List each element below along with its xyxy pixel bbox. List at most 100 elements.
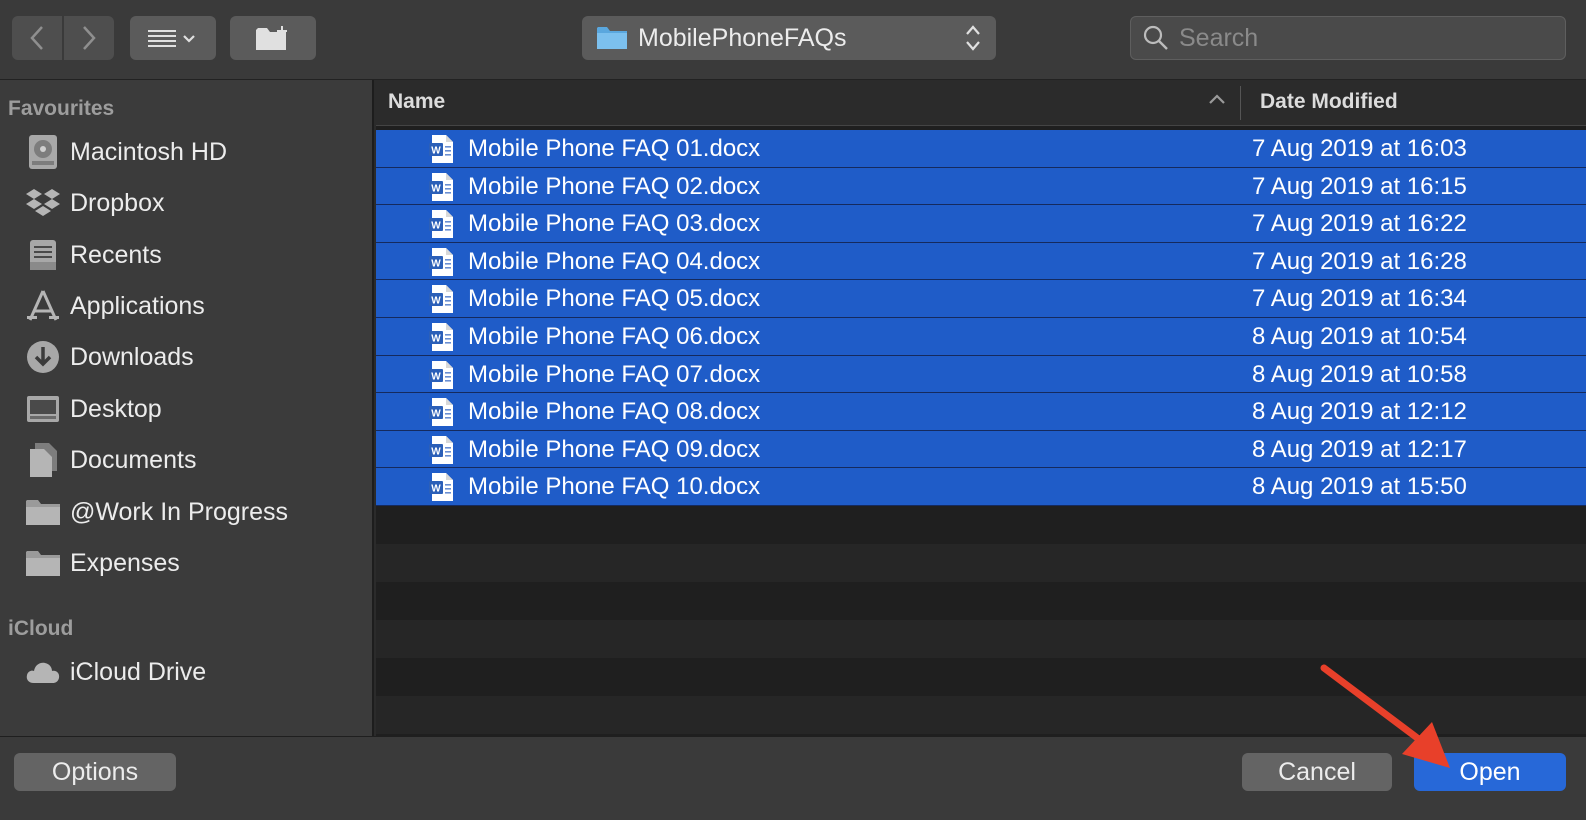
bottom-bar: Options Cancel Open xyxy=(0,736,1586,820)
search-field[interactable]: Search xyxy=(1130,16,1566,60)
list-view-icon xyxy=(148,30,195,47)
navigation-group xyxy=(12,16,114,60)
sidebar-item-label: Expenses xyxy=(70,548,180,577)
view-options-button[interactable] xyxy=(130,16,216,60)
documents-icon xyxy=(24,441,62,479)
chevron-left-icon xyxy=(30,26,43,50)
path-popup[interactable]: MobilePhoneFAQs xyxy=(582,16,996,60)
chevron-right-icon xyxy=(83,26,96,50)
svg-text:W: W xyxy=(431,146,441,157)
file-row[interactable]: W Mobile Phone FAQ 02.docx 7 Aug 2019 at 1… xyxy=(376,167,1586,207)
sidebar-item-recents[interactable]: Recents xyxy=(24,235,162,275)
sidebar-item-applications[interactable]: Applications xyxy=(24,286,205,326)
toolbar: MobilePhoneFAQs Search xyxy=(0,0,1586,80)
column-header-name[interactable]: Name xyxy=(388,90,445,114)
file-date-modified: 8 Aug 2019 at 12:17 xyxy=(1252,435,1467,463)
file-row[interactable]: W Mobile Phone FAQ 05.docx 7 Aug 2019 at 1… xyxy=(376,280,1586,318)
forward-button[interactable] xyxy=(64,16,114,60)
file-name: Mobile Phone FAQ 08.docx xyxy=(468,398,761,426)
sidebar-item-label: @Work In Progress xyxy=(70,497,289,526)
recents-icon xyxy=(24,236,62,274)
file-date-modified: 8 Aug 2019 at 10:58 xyxy=(1252,360,1467,388)
sidebar-item-documents[interactable]: Documents xyxy=(24,440,196,480)
hard-drive-icon xyxy=(24,133,62,171)
back-button[interactable] xyxy=(12,16,62,60)
word-document-icon: W xyxy=(428,134,456,169)
sidebar-section-favourites: Favourites xyxy=(8,97,115,120)
file-name: Mobile Phone FAQ 02.docx xyxy=(468,172,761,200)
folder-icon xyxy=(597,27,627,49)
file-name: Mobile Phone FAQ 06.docx xyxy=(468,322,761,350)
up-down-chevrons-icon xyxy=(966,25,980,51)
svg-text:W: W xyxy=(431,258,441,269)
file-date-modified: 8 Aug 2019 at 12:12 xyxy=(1252,398,1467,426)
cloud-icon xyxy=(24,653,62,691)
file-list: Name Date Modified W Mobile Phone FAQ 01.… xyxy=(376,80,1586,736)
svg-text:W: W xyxy=(431,296,441,307)
search-icon xyxy=(1143,25,1168,50)
file-date-modified: 8 Aug 2019 at 10:54 xyxy=(1252,322,1467,350)
word-document-icon: W xyxy=(428,472,456,507)
file-name: Mobile Phone FAQ 09.docx xyxy=(468,435,761,463)
svg-text:W: W xyxy=(431,221,441,232)
dropbox-icon xyxy=(24,184,62,222)
word-document-icon: W xyxy=(428,209,456,244)
svg-text:W: W xyxy=(431,371,441,382)
sort-ascending-icon[interactable] xyxy=(1208,92,1226,106)
sidebar-item-dropbox[interactable]: Dropbox xyxy=(24,183,165,223)
search-placeholder: Search xyxy=(1179,23,1259,52)
file-name: Mobile Phone FAQ 01.docx xyxy=(468,135,761,162)
file-row[interactable]: W Mobile Phone FAQ 03.docx 7 Aug 2019 at 1… xyxy=(376,205,1586,243)
sidebar-item-label: Desktop xyxy=(70,394,162,423)
file-date-modified: 7 Aug 2019 at 16:34 xyxy=(1252,285,1467,313)
file-date-modified: 7 Aug 2019 at 16:22 xyxy=(1252,210,1467,238)
path-label: MobilePhoneFAQs xyxy=(638,23,847,52)
sidebar-item-macintosh-hd[interactable]: Macintosh HD xyxy=(24,132,227,172)
file-date-modified: 8 Aug 2019 at 15:50 xyxy=(1252,473,1467,501)
empty-row xyxy=(376,582,1586,620)
empty-rows xyxy=(376,506,1586,734)
sidebar-item-label: Applications xyxy=(70,291,205,320)
new-folder-button[interactable] xyxy=(230,16,316,60)
sidebar-item-icloud-drive[interactable]: iCloud Drive xyxy=(24,652,206,692)
empty-row xyxy=(376,658,1586,696)
file-name: Mobile Phone FAQ 07.docx xyxy=(468,360,761,388)
desktop-icon xyxy=(24,390,62,428)
svg-text:W: W xyxy=(431,409,441,420)
file-date-modified: 7 Aug 2019 at 16:03 xyxy=(1252,135,1467,162)
sidebar-item-label: Dropbox xyxy=(70,188,165,217)
column-header-date-modified[interactable]: Date Modified xyxy=(1260,90,1398,114)
word-document-icon: W xyxy=(428,435,456,470)
word-document-icon: W xyxy=(428,284,456,319)
file-row[interactable]: W Mobile Phone FAQ 09.docx 8 Aug 2019 at 1… xyxy=(376,430,1586,470)
open-button[interactable]: Open xyxy=(1414,753,1566,791)
empty-row xyxy=(376,544,1586,582)
file-row[interactable]: W Mobile Phone FAQ 01.docx 7 Aug 2019 at 1… xyxy=(376,130,1586,168)
file-row[interactable]: W Mobile Phone FAQ 07.docx 8 Aug 2019 at 1… xyxy=(376,355,1586,394)
list-header: Name Date Modified xyxy=(376,80,1586,126)
file-row[interactable]: W Mobile Phone FAQ 06.docx 8 Aug 2019 at 1… xyxy=(376,317,1586,356)
cancel-button[interactable]: Cancel xyxy=(1242,753,1392,791)
svg-text:W: W xyxy=(431,333,441,344)
empty-row xyxy=(376,696,1586,734)
word-document-icon: W xyxy=(428,172,456,207)
file-date-modified: 7 Aug 2019 at 16:28 xyxy=(1252,247,1467,275)
svg-text:W: W xyxy=(431,183,441,194)
sidebar-item-label: iCloud Drive xyxy=(70,657,207,686)
sidebar-item-expenses[interactable]: Expenses xyxy=(24,543,180,583)
empty-row xyxy=(376,506,1586,544)
column-divider[interactable] xyxy=(1240,86,1241,120)
file-name: Mobile Phone FAQ 03.docx xyxy=(468,210,761,238)
sidebar-item-work-in-progress[interactable]: @Work In Progress xyxy=(24,492,288,532)
svg-text:W: W xyxy=(431,446,441,457)
sidebar-item-downloads[interactable]: Downloads xyxy=(24,337,194,377)
sidebar-section-icloud: iCloud xyxy=(8,617,74,640)
file-row[interactable]: W Mobile Phone FAQ 04.docx 7 Aug 2019 at 1… xyxy=(376,242,1586,281)
sidebar-item-desktop[interactable]: Desktop xyxy=(24,389,162,429)
downloads-icon xyxy=(24,338,62,376)
file-row[interactable]: W Mobile Phone FAQ 10.docx 8 Aug 2019 at 1… xyxy=(376,468,1586,506)
file-row[interactable]: W Mobile Phone FAQ 08.docx 8 Aug 2019 at 1… xyxy=(376,393,1586,431)
options-button[interactable]: Options xyxy=(14,753,176,791)
new-folder-icon xyxy=(256,26,287,50)
applications-icon xyxy=(24,287,62,325)
